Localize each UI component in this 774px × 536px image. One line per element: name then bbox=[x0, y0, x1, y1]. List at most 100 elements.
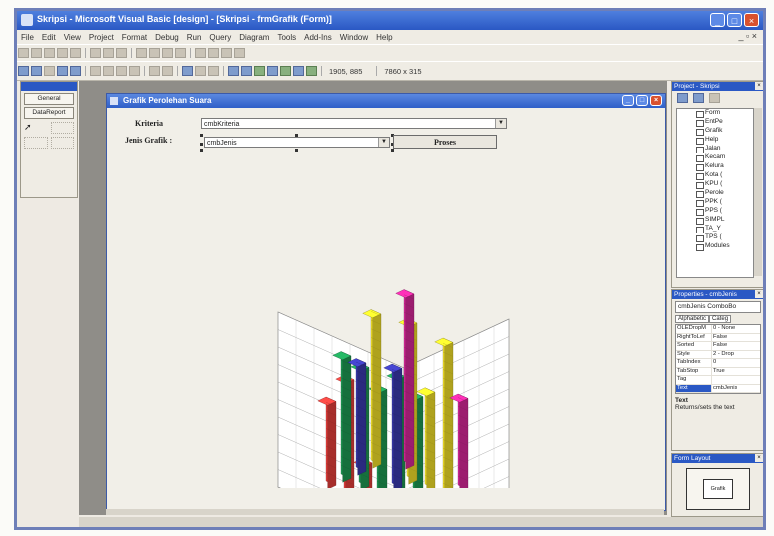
chevron-down-icon[interactable]: ▼ bbox=[378, 138, 389, 147]
undo-icon[interactable] bbox=[149, 66, 160, 76]
toolbar-icon[interactable] bbox=[162, 48, 173, 58]
menu-item-addins[interactable]: Add-Ins bbox=[300, 33, 336, 42]
menu-item-edit[interactable]: Edit bbox=[38, 33, 60, 42]
selection-handle[interactable] bbox=[295, 149, 298, 152]
form-layout-icon[interactable] bbox=[254, 66, 265, 76]
project-tree-item[interactable]: TA_Y bbox=[677, 225, 753, 234]
view-object-icon[interactable] bbox=[693, 93, 704, 103]
find-icon[interactable] bbox=[129, 66, 140, 76]
maximize-button[interactable]: □ bbox=[727, 13, 742, 27]
toolbar-icon[interactable] bbox=[103, 48, 114, 58]
selection-handle[interactable] bbox=[200, 143, 203, 146]
open-icon[interactable] bbox=[57, 66, 68, 76]
horizontal-scrollbar[interactable] bbox=[106, 509, 664, 515]
project-tree-item[interactable]: PPS ( bbox=[677, 207, 753, 216]
property-row[interactable]: TabStop True bbox=[676, 367, 760, 376]
project-tree[interactable]: Form EntPe Grafik Help Jalan Kecam Kelura Kota … bbox=[676, 108, 754, 278]
menu-item-project[interactable]: Project bbox=[85, 33, 118, 42]
toolbar-icon[interactable] bbox=[57, 48, 68, 58]
menu-item-tools[interactable]: Tools bbox=[273, 33, 300, 42]
copy-icon[interactable] bbox=[103, 66, 114, 76]
close-icon[interactable]: × bbox=[755, 290, 763, 298]
project-tree-item[interactable]: Grafik bbox=[677, 127, 753, 136]
run-icon[interactable] bbox=[182, 66, 193, 76]
toggle-folders-icon[interactable] bbox=[709, 93, 720, 103]
redo-icon[interactable] bbox=[162, 66, 173, 76]
toolbox-tool[interactable] bbox=[50, 122, 74, 134]
menu-item-window[interactable]: Window bbox=[336, 33, 372, 42]
component-manager-icon[interactable] bbox=[306, 66, 317, 76]
toolbar-icon[interactable] bbox=[70, 48, 81, 58]
toolbar-icon[interactable] bbox=[44, 48, 55, 58]
menu-item-help[interactable]: Help bbox=[372, 33, 396, 42]
property-row[interactable]: OLEDropM 0 - None bbox=[676, 325, 760, 334]
menu-item-query[interactable]: Query bbox=[205, 33, 235, 42]
tab-categorized[interactable]: Categ bbox=[709, 315, 732, 323]
stop-icon[interactable] bbox=[208, 66, 219, 76]
toolbox-tool[interactable] bbox=[50, 137, 74, 149]
toolbar-icon[interactable] bbox=[195, 48, 206, 58]
menu-item-file[interactable]: File bbox=[17, 33, 38, 42]
selection-handle[interactable] bbox=[200, 149, 203, 152]
project-tree-item[interactable]: KPU ( bbox=[677, 180, 753, 190]
tab-alphabetic[interactable]: Alphabetic bbox=[675, 315, 710, 323]
selection-handle[interactable] bbox=[391, 149, 394, 152]
property-row[interactable]: Tag bbox=[676, 376, 760, 385]
toolbar-icon[interactable] bbox=[136, 48, 147, 58]
object-browser-icon[interactable] bbox=[267, 66, 278, 76]
toolbar-icon[interactable] bbox=[208, 48, 219, 58]
project-tree-item[interactable]: Jalan bbox=[677, 145, 753, 154]
property-row[interactable]: Style 2 - Drop bbox=[676, 350, 760, 359]
toolbar-icon[interactable] bbox=[18, 48, 29, 58]
menu-item-run[interactable]: Run bbox=[183, 33, 206, 42]
view-code-icon[interactable] bbox=[677, 93, 688, 103]
project-explorer-icon[interactable] bbox=[228, 66, 239, 76]
minimize-button[interactable]: _ bbox=[710, 13, 725, 27]
jenis-combobox[interactable]: cmbJenis ▼ bbox=[204, 137, 390, 148]
add-project-icon[interactable] bbox=[18, 66, 29, 76]
property-row[interactable]: RightToLef False bbox=[676, 333, 760, 342]
project-tree-item[interactable]: Kota ( bbox=[677, 171, 753, 181]
pause-icon[interactable] bbox=[195, 66, 206, 76]
form-preview[interactable]: Grafik bbox=[703, 479, 733, 499]
menu-item-diagram[interactable]: Diagram bbox=[235, 33, 273, 42]
save-icon[interactable] bbox=[70, 66, 81, 76]
form-minimize-button[interactable]: _ bbox=[622, 95, 634, 106]
property-grid[interactable]: OLEDropM 0 - None RightToLef False Sorted Fal… bbox=[675, 324, 761, 394]
selection-handle[interactable] bbox=[200, 134, 203, 137]
project-tree-item[interactable]: PPK ( bbox=[677, 198, 753, 207]
toolbar-icon[interactable] bbox=[175, 48, 186, 58]
proses-button[interactable]: Proses bbox=[393, 135, 497, 149]
menu-item-view[interactable]: View bbox=[60, 33, 85, 42]
form-close-button[interactable]: × bbox=[650, 95, 662, 106]
pointer-tool[interactable]: ➚ bbox=[24, 122, 48, 132]
project-tree-item[interactable]: Kecam bbox=[677, 153, 753, 163]
toolbar-icon[interactable] bbox=[90, 48, 101, 58]
add-form-icon[interactable] bbox=[31, 66, 42, 76]
menu-editor-icon[interactable] bbox=[44, 66, 55, 76]
menu-item-debug[interactable]: Debug bbox=[151, 33, 183, 42]
close-icon[interactable]: × bbox=[755, 82, 763, 90]
project-tree-item[interactable]: TPS ( bbox=[677, 233, 753, 243]
toolbar-icon[interactable] bbox=[116, 48, 127, 58]
properties-icon[interactable] bbox=[241, 66, 252, 76]
property-row[interactable]: Text cmbJenis bbox=[676, 384, 760, 393]
kriteria-combobox[interactable]: cmbKriteria ▼ bbox=[201, 118, 507, 129]
toolbox-tool[interactable] bbox=[24, 137, 48, 149]
data-view-icon[interactable] bbox=[293, 66, 304, 76]
project-tree-item[interactable]: Kelura bbox=[677, 162, 753, 172]
toolbox-icon[interactable] bbox=[280, 66, 291, 76]
form-designer[interactable]: Grafik Perolehan Suara _ □ × Kriteria Je… bbox=[106, 93, 666, 511]
property-row[interactable]: ToolTipTex bbox=[676, 393, 760, 394]
toolbar-icon[interactable] bbox=[234, 48, 245, 58]
project-tree-item[interactable]: Form bbox=[677, 109, 753, 118]
cut-icon[interactable] bbox=[90, 66, 101, 76]
object-selector[interactable]: cmbJenis ComboBo bbox=[675, 301, 761, 313]
project-tree-item[interactable]: Help bbox=[677, 136, 753, 145]
form-maximize-button[interactable]: □ bbox=[636, 95, 648, 106]
project-tree-item[interactable]: EntPe bbox=[677, 118, 753, 127]
toolbox-tab-general[interactable]: General bbox=[24, 93, 74, 105]
project-tree-item[interactable]: SIMPL bbox=[677, 216, 753, 225]
close-button[interactable]: × bbox=[744, 13, 759, 27]
close-icon[interactable]: × bbox=[755, 454, 763, 462]
